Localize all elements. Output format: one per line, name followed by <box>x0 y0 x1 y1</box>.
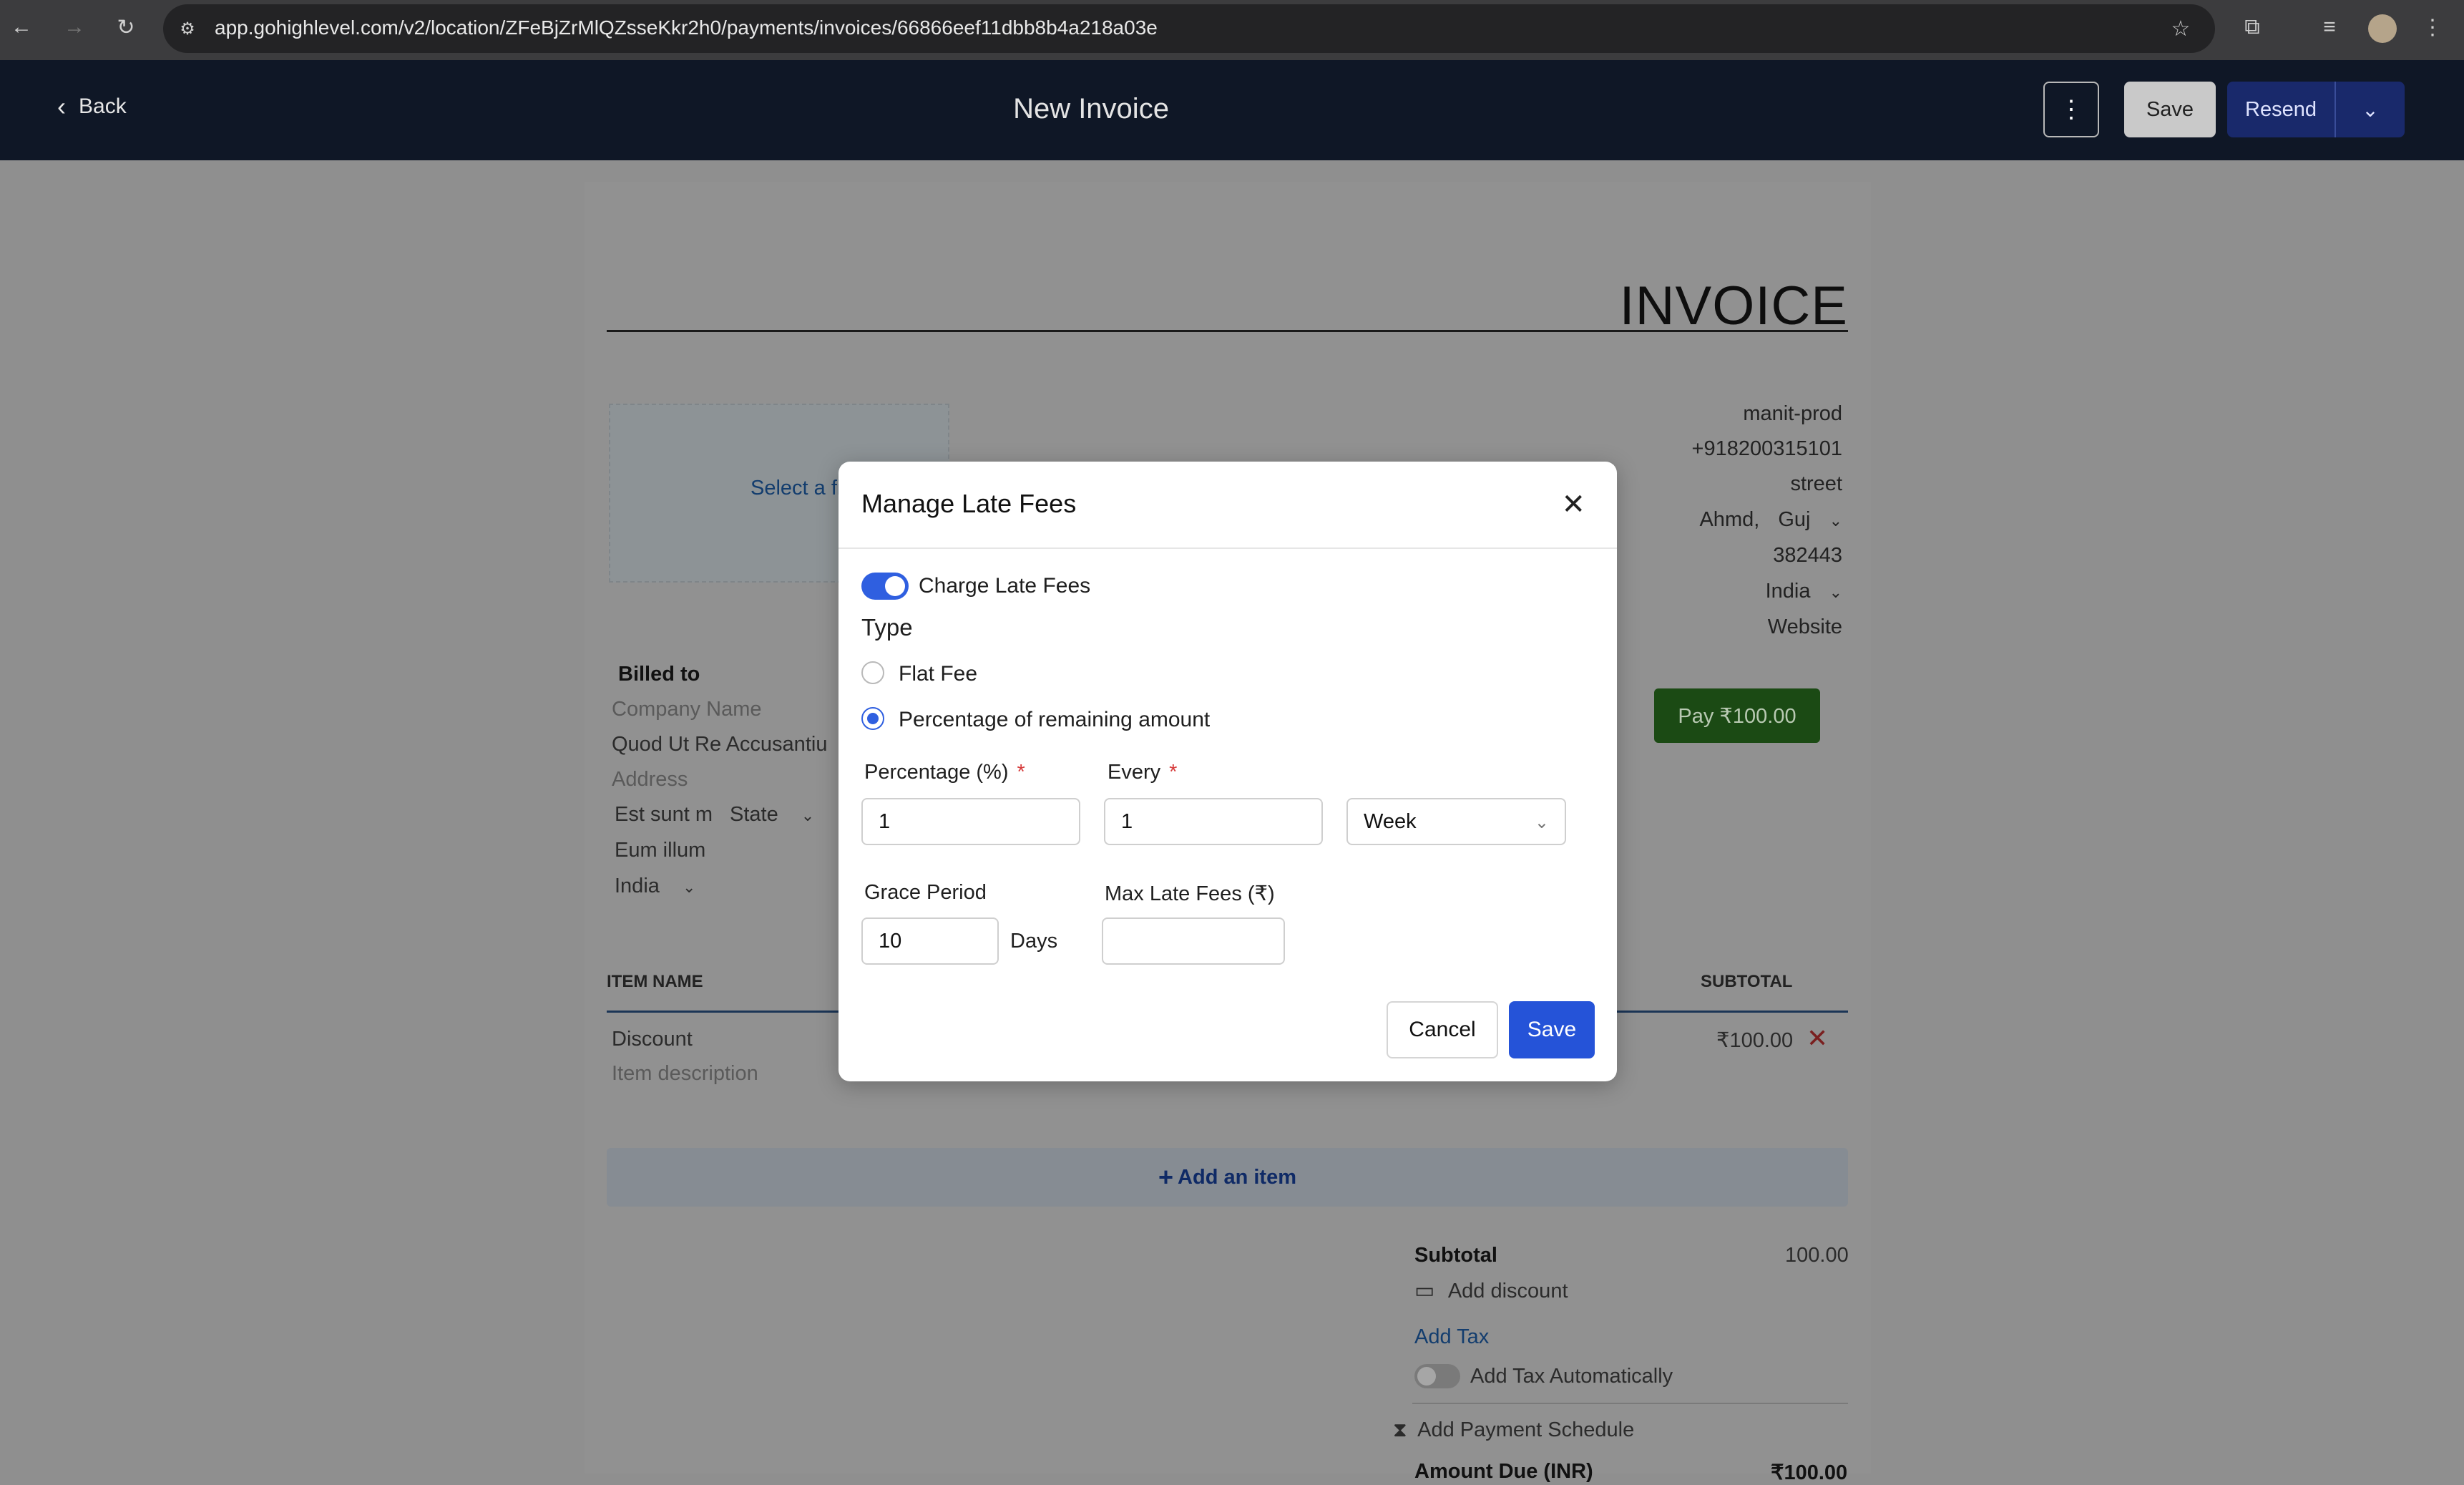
hourglass-icon: ⧗ <box>1393 1418 1407 1441</box>
billed-company[interactable]: Quod Ut Re Accusantiu <box>612 733 827 756</box>
item-name[interactable]: Discount <box>612 1028 693 1051</box>
amount-due-label: Amount Due (INR) <box>1414 1460 1593 1483</box>
col-subtotal: SUBTOTAL <box>1701 972 1793 991</box>
add-discount-label: Add discount <box>1447 1280 1568 1303</box>
url-text: app.gohighlevel.com/v2/location/ZFeBjZrM… <box>215 16 1158 39</box>
business-country-select[interactable]: India ⌄ <box>1766 580 1842 603</box>
percentage-radio[interactable] <box>861 707 884 730</box>
required-mark: * <box>1169 761 1178 784</box>
company-name-field[interactable]: Company Name <box>612 698 762 721</box>
browser-toolbar: ← → ↻ ⚙ app.gohighlevel.com/v2/location/… <box>0 0 2464 60</box>
bookmark-star-icon[interactable]: ☆ <box>2166 14 2195 43</box>
add-item-button[interactable]: + Add an item <box>607 1148 1848 1207</box>
business-city-state: Ahmd, Guj ⌄ <box>1699 508 1842 532</box>
percentage-label-text: Percentage (%) <box>864 761 1009 784</box>
modal-title: Manage Late Fees <box>861 489 1077 518</box>
modal-header-divider <box>839 547 1617 549</box>
every-input[interactable]: 1 <box>1104 798 1323 845</box>
resend-button-group: Resend ⌄ <box>2227 82 2405 137</box>
address-bar[interactable]: ⚙ app.gohighlevel.com/v2/location/ZFeBjZ… <box>163 4 2215 53</box>
business-zip[interactable]: 382443 <box>1773 544 1842 568</box>
invoice-heading: INVOICE <box>1619 276 1848 336</box>
browser-menu-icon[interactable]: ⋮ <box>2418 13 2447 42</box>
page-title: New Invoice <box>1013 93 1169 125</box>
grace-unit-label: Days <box>1010 930 1058 953</box>
every-unit-select[interactable]: Week ⌄ <box>1346 798 1566 845</box>
close-icon[interactable]: ✕ <box>1561 490 1585 519</box>
profile-avatar[interactable] <box>2368 14 2397 43</box>
header-save-button[interactable]: Save <box>2124 82 2216 137</box>
auto-tax-toggle[interactable] <box>1414 1364 1460 1388</box>
auto-tax-label: Add Tax Automatically <box>1470 1365 1673 1388</box>
business-name[interactable]: manit-prod <box>1743 402 1842 426</box>
resend-button[interactable]: Resend <box>2227 98 2335 122</box>
every-label: Every * <box>1108 761 1177 784</box>
address-field[interactable]: Address <box>612 768 688 792</box>
subtotal-label: Subtotal <box>1414 1244 1497 1267</box>
type-label: Type <box>861 614 913 641</box>
billed-state: State <box>730 803 778 826</box>
col-item-name: ITEM NAME <box>607 972 703 991</box>
chevron-down-icon: ⌄ <box>1829 583 1842 601</box>
app-header: ‹ Back New Invoice ⋮ Save Resend ⌄ <box>0 60 2464 160</box>
ticket-icon: ▭ <box>1414 1279 1435 1303</box>
grace-period-input[interactable]: 10 <box>861 917 999 965</box>
add-tax-link[interactable]: Add Tax <box>1414 1325 1489 1349</box>
billed-country: India <box>615 875 660 897</box>
plus-icon: + <box>1158 1162 1174 1192</box>
item-description-field[interactable]: Item description <box>612 1062 758 1086</box>
chevron-down-icon[interactable]: ⌄ <box>1829 512 1842 530</box>
every-unit-value: Week <box>1364 809 1417 833</box>
chevron-down-icon[interactable]: ⌄ <box>2336 98 2405 122</box>
add-schedule-label: Add Payment Schedule <box>1417 1418 1635 1441</box>
save-button[interactable]: Save <box>1509 1001 1595 1058</box>
pay-button[interactable]: Pay ₹100.00 <box>1654 688 1820 743</box>
every-label-text: Every <box>1108 761 1161 784</box>
business-website-field[interactable]: Website <box>1768 615 1842 639</box>
remove-item-icon[interactable]: ✕ <box>1807 1023 1828 1053</box>
back-arrow-icon[interactable]: ← <box>7 13 36 42</box>
business-phone[interactable]: +918200315101 <box>1692 437 1842 461</box>
add-discount-button[interactable]: ▭ Add discount <box>1414 1278 1568 1303</box>
cancel-button[interactable]: Cancel <box>1387 1001 1498 1058</box>
more-options-button[interactable]: ⋮ <box>2043 82 2099 137</box>
item-subtotal: ₹100.00 <box>1716 1029 1794 1052</box>
amount-due-value: ₹100.00 <box>1771 1461 1848 1484</box>
billed-state-select[interactable]: State ⌄ <box>730 803 814 827</box>
late-fees-modal: Manage Late Fees ✕ Charge Late Fees Type… <box>839 462 1617 1081</box>
charge-late-fees-toggle[interactable] <box>861 573 909 600</box>
billed-city[interactable]: Est sunt m <box>615 803 713 827</box>
chevron-down-icon: ⌄ <box>801 807 815 824</box>
percentage-label: Percentage (%) * <box>864 761 1025 784</box>
grace-period-label: Grace Period <box>864 881 987 904</box>
kebab-icon: ⋮ <box>2059 96 2083 123</box>
heading-divider <box>607 330 1848 332</box>
percentage-option-label[interactable]: Percentage of remaining amount <box>899 708 1210 732</box>
business-city[interactable]: Ahmd, <box>1699 508 1759 531</box>
forward-arrow-icon[interactable]: → <box>60 13 89 42</box>
add-payment-schedule-button[interactable]: ⧗ Add Payment Schedule <box>1393 1418 1634 1442</box>
billed-country-select[interactable]: India ⌄ <box>615 875 695 898</box>
billed-line3[interactable]: Eum illum <box>615 839 705 862</box>
business-state[interactable]: Guj <box>1778 508 1810 531</box>
subtotal-value: 100.00 <box>1785 1244 1849 1267</box>
chevron-down-icon: ⌄ <box>1534 813 1549 832</box>
business-street[interactable]: street <box>1790 472 1842 496</box>
chevron-down-icon: ⌄ <box>682 878 696 896</box>
extensions-icon[interactable]: ⧉ <box>2238 13 2267 42</box>
add-item-label: Add an item <box>1178 1165 1296 1189</box>
flat-fee-radio[interactable] <box>861 661 884 684</box>
flat-fee-label[interactable]: Flat Fee <box>899 662 977 686</box>
reload-icon[interactable]: ↻ <box>112 13 140 42</box>
billed-to-label: Billed to <box>618 663 700 686</box>
business-country: India <box>1765 580 1811 603</box>
charge-late-fees-label: Charge Late Fees <box>919 574 1091 598</box>
max-late-fees-label: Max Late Fees (₹) <box>1105 882 1275 905</box>
media-control-icon[interactable]: ≡ <box>2315 13 2344 42</box>
required-mark: * <box>1017 761 1025 784</box>
totals-divider <box>1412 1403 1848 1404</box>
max-late-fees-input[interactable] <box>1102 917 1285 965</box>
percentage-input[interactable]: 1 <box>861 798 1080 845</box>
site-info-icon[interactable]: ⚙ <box>173 14 202 43</box>
